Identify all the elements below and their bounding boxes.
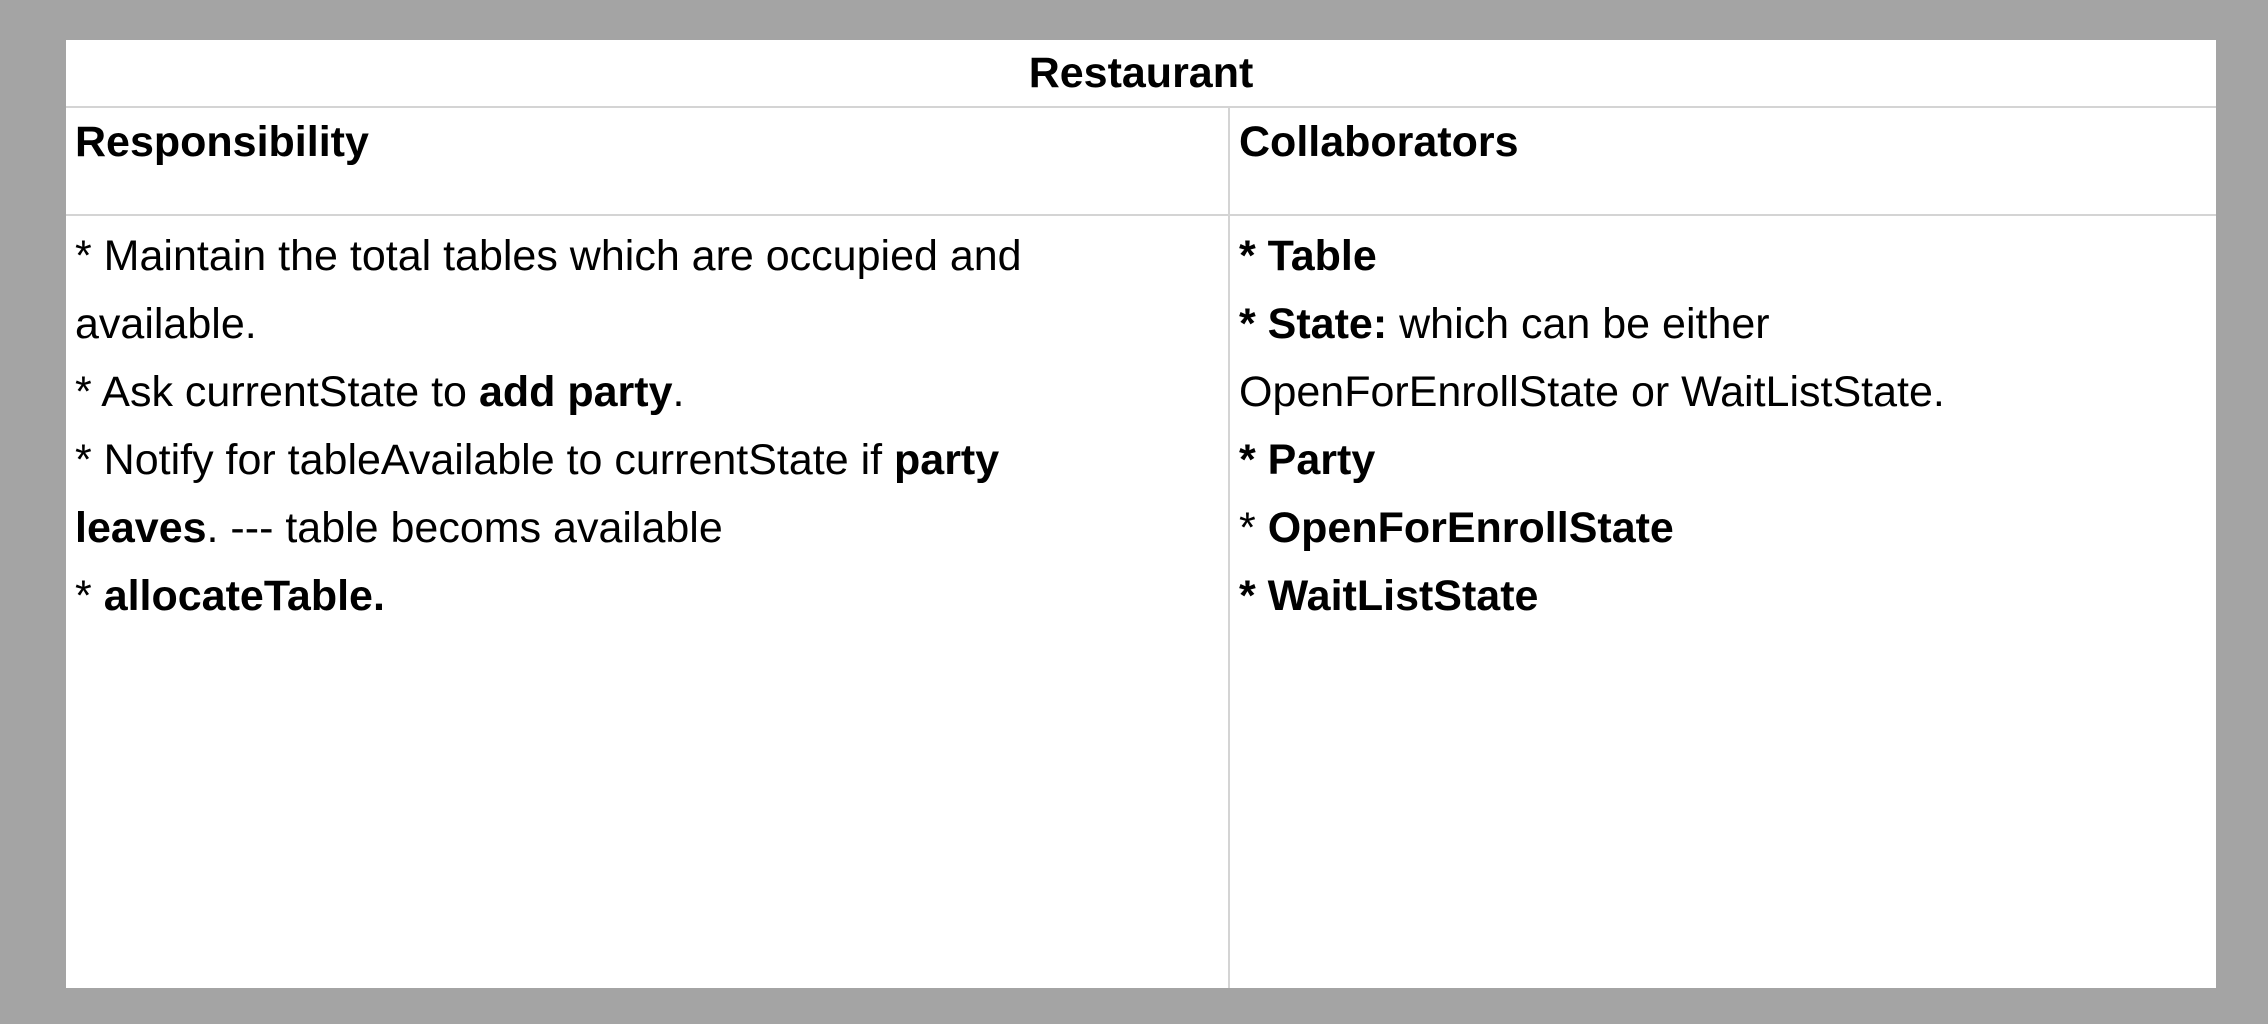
text-run: * Ask currentState to [75,368,479,416]
collaborator-line: * OpenForEnrollState [1239,494,2199,562]
text-run: which can be either [1387,300,1770,348]
responsibility-line: * Notify for tableAvailable to currentSt… [75,426,1220,494]
text-run: available. [75,300,257,348]
text-run-bold: party [894,436,1000,484]
crc-card: Restaurant Responsibility Collaborators … [66,40,2216,988]
responsibility-line: leaves. --- table becoms available [75,494,1220,562]
text-run-bold: * Table [1239,232,1377,280]
responsibility-line: * Ask currentState to add party. [75,358,1220,426]
text-run: OpenForEnrollState or WaitListState. [1239,368,1945,416]
text-run-bold: * State: [1239,300,1388,348]
text-run: . [672,368,685,416]
text-run-bold: add party [478,368,673,416]
collaborator-line: * Party [1239,426,2199,494]
collaborator-line: OpenForEnrollState or WaitListState. [1239,358,2199,426]
text-run-bold: leaves [75,504,207,552]
text-run-bold: * Party [1239,436,1376,484]
collaborator-line: * WaitListState [1239,562,2199,630]
responsibility-list: * Maintain the total tables which are oc… [75,222,1220,630]
responsibility-line: * allocateTable. [75,562,1220,630]
collaborators-list: * Table * State: which can be either Ope… [1239,222,2199,630]
collaborator-line: * Table [1239,222,2199,290]
card-title: Restaurant [66,40,2216,108]
responsibility-header: Responsibility [75,118,369,166]
responsibility-line: * Maintain the total tables which are oc… [75,222,1220,290]
responsibility-line: available. [75,290,1220,358]
collaborator-line: * State: which can be either [1239,290,2199,358]
collaborators-header: Collaborators [1239,118,1519,166]
column-divider [1228,108,1230,988]
text-run-bold: OpenForEnrollState [1267,504,1674,552]
text-run: * [75,572,104,620]
text-run: * Maintain the total tables which are oc… [75,232,1022,280]
text-run-bold: * WaitListState [1239,572,1539,620]
text-run: . --- table becoms available [206,504,723,552]
text-run-bold: allocateTable. [103,572,385,620]
text-run: * Notify for tableAvailable to currentSt… [75,436,895,484]
header-row: Responsibility Collaborators [66,108,2216,216]
text-run: * [1239,504,1268,552]
